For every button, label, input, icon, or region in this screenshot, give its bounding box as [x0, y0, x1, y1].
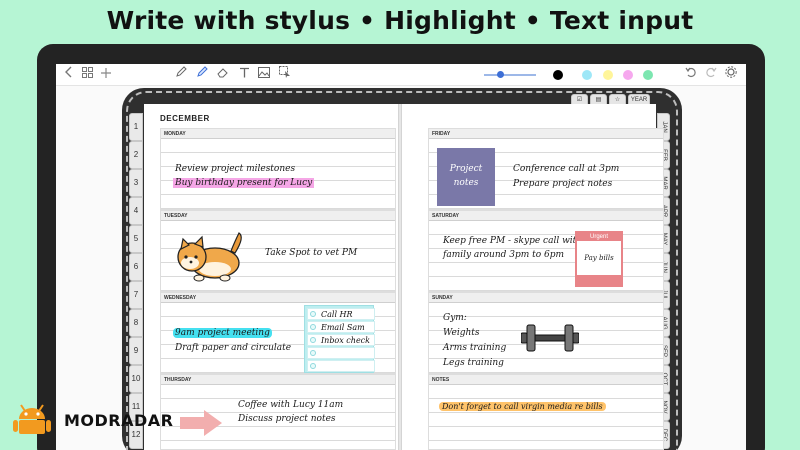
modradar-logo: MODRADAR	[13, 399, 193, 439]
logo-text: MODRADAR	[64, 411, 174, 430]
image-icon[interactable]	[257, 66, 271, 84]
color-yellow[interactable]	[603, 70, 613, 80]
highlighted-note[interactable]: 9am project meeting	[173, 328, 272, 338]
plus-icon[interactable]	[100, 66, 112, 84]
checklist-item-empty[interactable]	[307, 347, 375, 359]
redo-icon[interactable]	[704, 66, 718, 84]
checklist-item[interactable]: Email Sam	[307, 321, 375, 333]
app-screen: ☑ ▤ ☆ YEAR 1 2 3 4 5 6 7 8 9 10 11 12 JA…	[56, 64, 746, 450]
month-title: DECEMBER	[160, 114, 210, 123]
urgent-sticker[interactable]: Urgent Pay bills	[575, 231, 623, 287]
left-tab-6[interactable]: 6	[129, 253, 143, 281]
left-tab-9[interactable]: 9	[129, 337, 143, 365]
pencil-icon[interactable]	[174, 66, 188, 84]
color-green[interactable]	[643, 70, 653, 80]
highlighted-note[interactable]: Don't forget to call virgin media re bil…	[439, 402, 606, 411]
left-tab-4[interactable]: 4	[129, 197, 143, 225]
sticky-note[interactable]: Project notes	[437, 148, 495, 206]
day-tuesday[interactable]: TUESDAY Take Spot to vet PM	[160, 210, 396, 292]
day-sunday[interactable]: SUNDAY Gym: Weights Arms training Legs t…	[428, 292, 664, 374]
headline: Write with stylus • Highlight • Text inp…	[106, 6, 694, 35]
notes-label: NOTES	[429, 375, 663, 385]
checklist-item-empty[interactable]	[307, 360, 375, 372]
handwritten-note[interactable]: Legs training	[443, 358, 504, 368]
text-icon[interactable]	[237, 66, 251, 84]
lasso-select-icon[interactable]	[278, 66, 292, 84]
left-tab-8[interactable]: 8	[129, 309, 143, 337]
day-label: MONDAY	[161, 129, 395, 139]
handwritten-note[interactable]: Take Spot to vet PM	[265, 248, 357, 258]
day-monday[interactable]: MONDAY Review project milestones Buy bir…	[160, 128, 396, 210]
planner-spine	[398, 104, 402, 450]
handwritten-note[interactable]: Prepare project notes	[513, 179, 612, 189]
day-label: FRIDAY	[429, 129, 663, 139]
day-label: SATURDAY	[429, 211, 663, 221]
slider-handle[interactable]	[497, 71, 504, 78]
handwritten-note[interactable]: Keep free PM - skype call with	[443, 236, 582, 246]
handwritten-note[interactable]: Gym:	[443, 313, 467, 323]
dumbbell-icon[interactable]	[521, 323, 579, 353]
shiba-dog-sticker[interactable]	[175, 227, 247, 287]
toolbar	[56, 64, 746, 86]
handwritten-note[interactable]: Arms training	[443, 343, 506, 353]
handwritten-note[interactable]: Weights	[443, 328, 480, 338]
color-pink[interactable]	[623, 70, 633, 80]
day-label: TUESDAY	[161, 211, 395, 221]
checklist-item[interactable]: Inbox check	[307, 334, 375, 346]
eraser-icon[interactable]	[216, 66, 230, 84]
urgent-title: Urgent	[589, 234, 608, 240]
chevron-left-icon[interactable]	[62, 66, 76, 84]
color-black[interactable]	[553, 70, 563, 80]
notes-section[interactable]: NOTES Don't forget to call virgin media …	[428, 374, 664, 450]
highlighted-note[interactable]: Buy birthday present for Lucy	[173, 178, 315, 188]
handwritten-note[interactable]: family around 3pm to 6pm	[443, 250, 564, 260]
android-robot-icon	[13, 404, 51, 434]
day-wednesday[interactable]: WEDNESDAY 9am project meeting Draft pape…	[160, 292, 396, 374]
left-tab-2[interactable]: 2	[129, 141, 143, 169]
pen-icon[interactable]	[195, 66, 209, 84]
handwritten-note[interactable]: Discuss project notes	[238, 414, 336, 424]
day-label: WEDNESDAY	[161, 293, 395, 303]
handwritten-note[interactable]: Draft paper and circulate	[175, 343, 291, 353]
left-tab-3[interactable]: 3	[129, 169, 143, 197]
checklist-widget[interactable]: Call HR Email Sam Inbox check	[304, 305, 375, 373]
handwritten-note[interactable]: Coffee with Lucy 11am	[238, 400, 343, 410]
handwritten-note[interactable]: Review project milestones	[175, 164, 295, 174]
grid-icon[interactable]	[80, 66, 94, 84]
urgent-body: Pay bills	[577, 241, 621, 275]
left-tab-10[interactable]: 10	[129, 365, 143, 393]
day-saturday[interactable]: SATURDAY Keep free PM - skype call with …	[428, 210, 664, 292]
settings-icon[interactable]	[724, 66, 738, 84]
left-tab-1[interactable]: 1	[129, 113, 143, 141]
handwritten-note[interactable]: Conference call at 3pm	[513, 164, 619, 174]
stroke-size-slider[interactable]	[484, 74, 536, 76]
day-label: SUNDAY	[429, 293, 663, 303]
checklist-item[interactable]: Call HR	[307, 308, 375, 320]
arrow-right-icon	[180, 410, 222, 436]
left-tab-7[interactable]: 7	[129, 281, 143, 309]
day-label: THURSDAY	[161, 375, 395, 385]
undo-icon[interactable]	[684, 66, 698, 84]
color-cyan[interactable]	[582, 70, 592, 80]
day-friday[interactable]: FRIDAY Project notes Conference call at …	[428, 128, 664, 210]
left-tab-5[interactable]: 5	[129, 225, 143, 253]
